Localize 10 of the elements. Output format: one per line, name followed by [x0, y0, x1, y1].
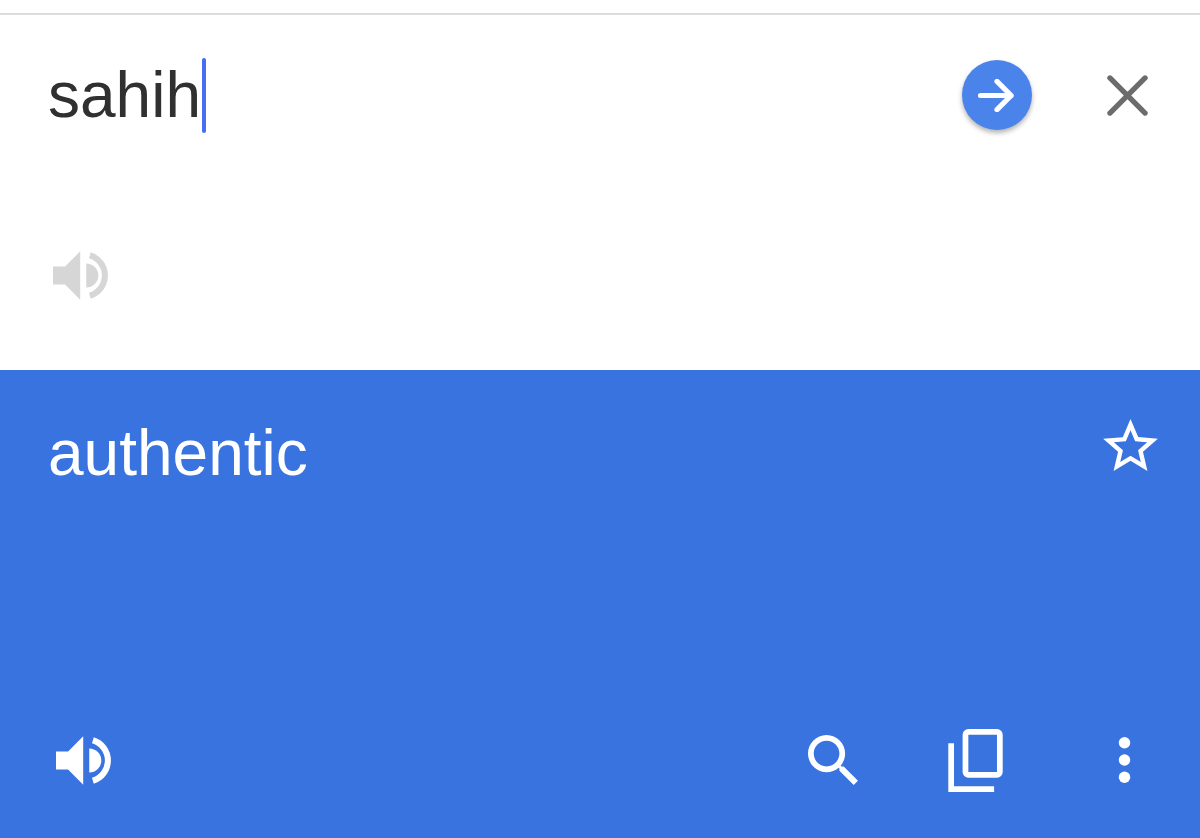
copy-icon: [947, 728, 1003, 792]
translation-text: authentic: [48, 416, 309, 491]
star-outline-icon: [1103, 419, 1158, 471]
translate-button[interactable]: [962, 60, 1032, 130]
arrow-right-icon: [978, 78, 1016, 112]
speaker-icon: [55, 735, 111, 785]
speaker-icon: [53, 250, 108, 300]
close-icon: [1107, 74, 1148, 116]
search-icon: [808, 735, 858, 785]
input-field[interactable]: sahih: [48, 57, 962, 133]
